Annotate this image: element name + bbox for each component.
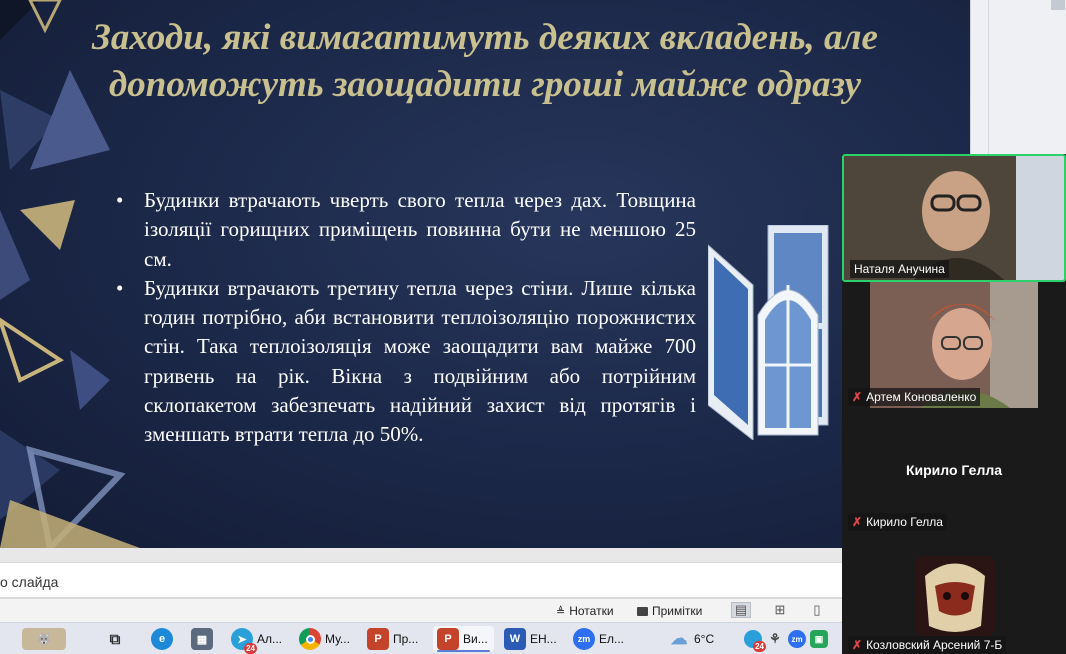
mic-muted-icon: ✗ bbox=[852, 390, 863, 404]
taskbar-calculator[interactable]: ▦ bbox=[191, 626, 213, 652]
mic-muted-icon: ✗ bbox=[852, 638, 863, 652]
taskbar-word-label: ЕН... bbox=[530, 632, 557, 646]
word-icon: W bbox=[504, 628, 526, 650]
taskbar-zoom[interactable]: zm Ел... bbox=[573, 626, 624, 652]
participant-tile-4[interactable]: ✗ Козловский Арсений 7-Б bbox=[842, 534, 1066, 654]
taskbar-powerpoint-1[interactable]: P Пр... bbox=[367, 626, 418, 652]
taskbar-word[interactable]: W ЕН... bbox=[504, 626, 557, 652]
tray-zoom-icon[interactable]: zm bbox=[788, 630, 806, 648]
slide-sorter-icon[interactable]: ⊞ bbox=[770, 602, 790, 618]
notes-pane[interactable]: о слайда bbox=[0, 562, 842, 598]
windows-image bbox=[708, 225, 829, 440]
bullet-roof: Будинки втрачають чверть свого тепла чер… bbox=[116, 186, 696, 274]
participant-name-4: Козловский Арсений 7-Б bbox=[866, 638, 1003, 652]
comments-toggle-button[interactable]: Примітки bbox=[637, 604, 702, 618]
notes-separator bbox=[0, 548, 842, 562]
participant-name-1: Наталя Анучина bbox=[854, 262, 945, 276]
comments-toggle-label: Примітки bbox=[652, 604, 703, 618]
notes-icon: ≜ bbox=[556, 605, 566, 618]
notes-toggle-label: Нотатки bbox=[569, 604, 614, 618]
tray-icons: 24 ⚘ zm ▣ bbox=[744, 626, 828, 652]
comments-icon bbox=[637, 606, 648, 616]
tray-network-icon[interactable]: ⚘ bbox=[766, 628, 784, 650]
tray-app-icon[interactable]: ▣ bbox=[810, 630, 828, 648]
task-view-icon: ⧉ bbox=[109, 630, 121, 648]
participant-name-label-2: ✗ Артем Коноваленко bbox=[848, 388, 981, 406]
mic-muted-icon: ✗ bbox=[852, 515, 863, 529]
taskbar-telegram[interactable]: ➤ 24 Ал... bbox=[231, 626, 283, 654]
taskbar-chrome[interactable]: Му... bbox=[299, 626, 350, 652]
reading-view-icon[interactable]: ▯ bbox=[807, 602, 827, 618]
taskbar: 🐺 ⧉ e ▦ ➤24 Ал... Му... P Пр... P Ви... bbox=[0, 622, 842, 654]
powerpoint-icon: P bbox=[367, 628, 389, 650]
participant-tile-1[interactable]: Наталя Анучина bbox=[842, 154, 1066, 282]
participant-name-label-4: ✗ Козловский Арсений 7-Б bbox=[848, 636, 1007, 654]
telegram-unread-badge: 24 bbox=[244, 643, 257, 654]
notes-placeholder: о слайда bbox=[0, 574, 59, 590]
telegram-icon: ➤ 24 bbox=[231, 628, 257, 654]
zoom-icon: zm bbox=[573, 628, 595, 650]
slide-title: Заходи, які вимагатимуть деяких вкладень… bbox=[92, 17, 878, 105]
slide-bullets: Будинки втрачають чверть свого тепла чер… bbox=[116, 186, 696, 450]
zoom-video-panel: Наталя Анучина ✗ Артем Коноваленко Кирил… bbox=[842, 154, 1066, 654]
cloud-icon: ☁ bbox=[670, 629, 688, 648]
taskbar-powerpoint-2[interactable]: P Ви... bbox=[433, 626, 494, 652]
notes-toggle-button[interactable]: ≜ Нотатки bbox=[556, 604, 614, 618]
weather-temperature: 6°C bbox=[694, 632, 715, 646]
scrollbar-thumb[interactable] bbox=[1051, 0, 1065, 10]
participant-name-3: Кирило Гелла bbox=[866, 515, 943, 529]
screen: Заходи, які вимагатимуть деяких вкладень… bbox=[0, 0, 1066, 654]
tray-telegram-icon[interactable]: 24 bbox=[744, 630, 766, 652]
taskbar-telegram-label: Ал... bbox=[257, 632, 283, 646]
tray-badge: 24 bbox=[753, 641, 766, 652]
participant-display-name-3: Кирило Гелла bbox=[905, 462, 1003, 478]
taskbar-task-view[interactable]: ⧉ bbox=[104, 626, 126, 652]
edge-icon: e bbox=[151, 628, 173, 650]
taskbar-wallpaper: 🐺 bbox=[22, 626, 66, 652]
powerpoint-icon: P bbox=[437, 628, 459, 650]
taskbar-chrome-label: Му... bbox=[325, 632, 350, 646]
weather-widget[interactable]: ☁ 6°C bbox=[668, 626, 715, 652]
participant-tile-2[interactable]: ✗ Артем Коноваленко bbox=[842, 282, 1066, 408]
participant-avatar-4 bbox=[915, 556, 995, 636]
participant-tile-3[interactable]: Кирило Гелла ✗ Кирило Гелла bbox=[842, 408, 1066, 534]
taskbar-powerpoint-1-label: Пр... bbox=[393, 632, 419, 646]
active-indicator bbox=[437, 650, 490, 652]
participant-name-label-3: ✗ Кирило Гелла bbox=[848, 513, 947, 531]
bullet-walls: Будинки втрачають третину тепла через ст… bbox=[116, 274, 696, 450]
taskbar-powerpoint-2-label: Ви... bbox=[463, 632, 488, 646]
calculator-icon: ▦ bbox=[191, 628, 213, 650]
taskbar-edge[interactable]: e bbox=[151, 626, 173, 652]
participant-name-2: Артем Коноваленко bbox=[866, 390, 977, 404]
chrome-icon bbox=[299, 628, 321, 650]
participant-name-label-1: Наталя Анучина bbox=[850, 260, 949, 278]
slide-canvas[interactable]: Заходи, які вимагатимуть деяких вкладень… bbox=[0, 0, 970, 548]
status-bar: ≜ Нотатки Примітки ▤ ⊞ ▯ bbox=[0, 598, 842, 622]
normal-view-icon[interactable]: ▤ bbox=[731, 602, 751, 618]
wolf-wallpaper-icon: 🐺 bbox=[22, 628, 66, 650]
taskbar-zoom-label: Ел... bbox=[599, 632, 625, 646]
